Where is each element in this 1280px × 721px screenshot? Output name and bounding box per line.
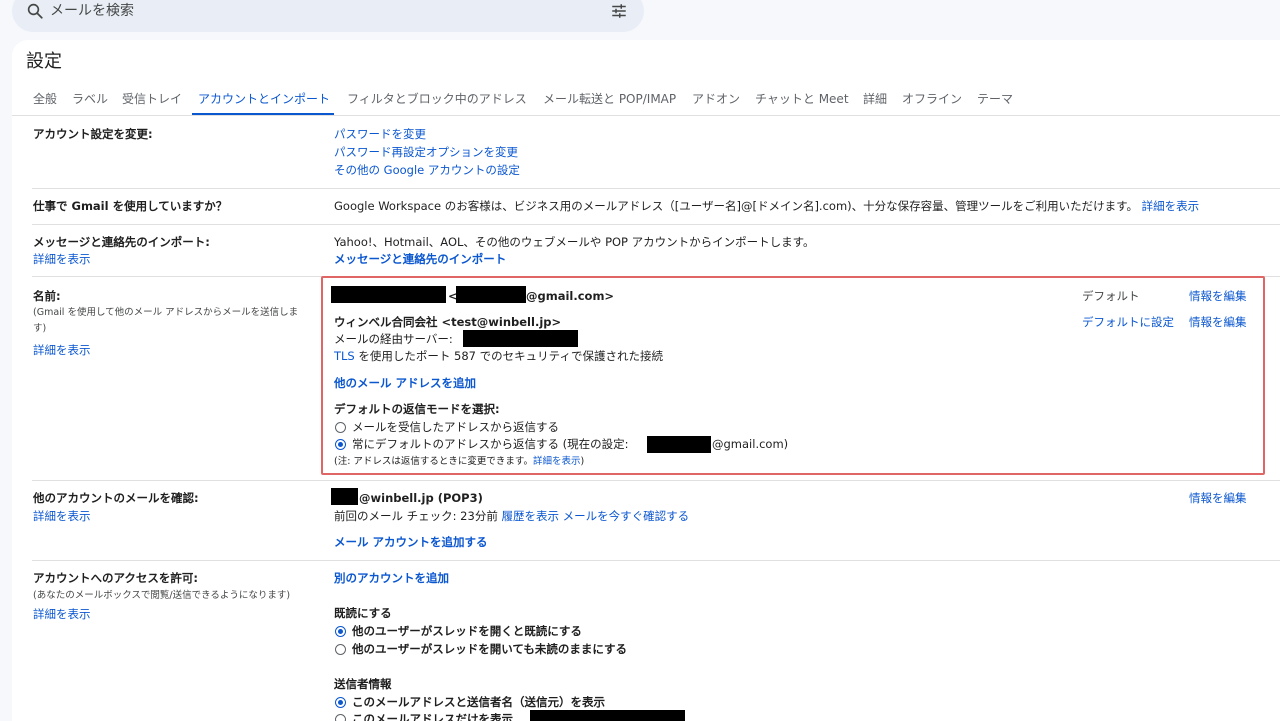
show-address-only-radio[interactable] — [335, 714, 346, 721]
tls-link[interactable]: TLS — [334, 349, 355, 363]
add-mail-account-link[interactable]: メール アカウントを追加する — [334, 534, 488, 550]
reply-note: (注: アドレスは返信するときに変更できます。詳細を表示) — [334, 454, 584, 470]
grant-access-label: アカウントへのアクセスを許可: — [33, 571, 199, 585]
edit-info-link-1[interactable]: 情報を編集 — [1189, 288, 1247, 304]
tabs-divider — [12, 115, 1280, 116]
check-mail-now-link[interactable]: メールを今すぐ確認する — [563, 509, 690, 523]
reply-from-received-radio[interactable] — [335, 422, 346, 433]
tune-icon[interactable] — [610, 2, 628, 20]
tab-advanced[interactable]: 詳細 — [863, 89, 887, 115]
reply-from-default-label: 常にデフォルトのアドレスから返信する (現在の設定: — [352, 437, 629, 451]
password-recovery-link[interactable]: パスワード再設定オプションを変更 — [334, 144, 518, 160]
tab-inbox[interactable]: 受信トレイ — [122, 89, 182, 115]
keep-unread-radio[interactable] — [335, 644, 346, 655]
sender-info-title: 送信者情報 — [334, 677, 392, 691]
import-messages-link[interactable]: メッセージと連絡先のインポート — [334, 251, 506, 267]
send-as-label: 名前: — [33, 289, 61, 303]
import-label: メッセージと連絡先のインポート: — [33, 235, 210, 249]
view-history-link[interactable]: 履歴を表示 — [501, 509, 559, 523]
change-account-label: アカウント設定を変更: — [33, 127, 153, 141]
settings-tabs: 全般 ラベル 受信トレイ アカウントとインポート フィルタとブロック中のアドレス… — [12, 89, 1280, 115]
redacted-sender-address — [530, 710, 685, 721]
row-divider — [32, 188, 1280, 189]
check-mail-detail-link[interactable]: 詳細を表示 — [33, 508, 91, 524]
search-bar[interactable]: メールを検索 — [12, 0, 644, 32]
tls-text: を使用したポート 587 でのセキュリティで保護された接続 — [354, 349, 663, 363]
reply-note-detail-link[interactable]: 詳細を表示 — [533, 456, 581, 467]
tab-offline[interactable]: オフライン — [902, 89, 962, 115]
account2-name: ウィンベル合同会社 <test@winbell.jp> — [334, 315, 562, 329]
tab-addons[interactable]: アドオン — [692, 89, 740, 115]
import-detail-link[interactable]: 詳細を表示 — [33, 251, 91, 267]
reply-note-close: ) — [580, 456, 585, 467]
change-password-link[interactable]: パスワードを変更 — [334, 126, 426, 142]
row-divider — [32, 224, 1280, 225]
redacted-email-user — [456, 286, 526, 303]
search-input[interactable]: メールを検索 — [50, 2, 134, 20]
tab-general[interactable]: 全般 — [33, 89, 57, 115]
tab-forwarding-pop-imap[interactable]: メール転送と POP/IMAP — [543, 89, 676, 115]
tab-accounts-import[interactable]: アカウントとインポート — [192, 89, 334, 115]
google-account-settings-link[interactable]: その他の Google アカウントの設定 — [334, 162, 520, 178]
page-title: 設定 — [26, 51, 62, 72]
last-check-text: 前回のメール チェック: 23分前 — [334, 509, 498, 523]
workspace-description: Google Workspace のお客様は、ビジネス用のメールアドレス（[ユー… — [334, 199, 1138, 213]
last-check-line: 前回のメール チェック: 23分前 履歴を表示 メールを今すぐ確認する — [334, 508, 689, 524]
import-description: Yahoo!、Hotmail、AOL、その他のウェブメールや POP アカウント… — [334, 235, 815, 249]
workspace-text: Google Workspace のお客様は、ビジネス用のメールアドレス（[ユー… — [334, 198, 1199, 214]
redacted-name — [331, 286, 446, 303]
search-icon[interactable] — [26, 2, 44, 20]
edit-info-link-3[interactable]: 情報を編集 — [1189, 490, 1247, 506]
tls-line: TLS を使用したポート 587 でのセキュリティで保護された接続 — [334, 348, 663, 364]
mark-read-title: 既読にする — [334, 606, 392, 620]
pop-account-address: @winbell.jp (POP3) — [359, 491, 483, 505]
tab-themes[interactable]: テーマ — [977, 89, 1013, 115]
send-as-note: (Gmail を使用して他のメール アドレスからメールを送信しま — [33, 307, 299, 318]
grant-access-note: (あなたのメールボックスで閲覧/送信できるようになります) — [33, 590, 291, 601]
set-default-link[interactable]: デフォルトに設定 — [1082, 314, 1174, 330]
grant-access-detail-link[interactable]: 詳細を表示 — [33, 606, 91, 622]
edit-info-link-2[interactable]: 情報を編集 — [1189, 314, 1247, 330]
workspace-detail-link[interactable]: 詳細を表示 — [1142, 199, 1200, 213]
row-divider — [32, 560, 1280, 561]
tab-labels[interactable]: ラベル — [72, 89, 108, 115]
account1-email: @gmail.com> — [526, 289, 615, 303]
workspace-label: 仕事で Gmail を使用していますか？ — [33, 199, 228, 213]
keep-unread-label: 他のユーザーがスレッドを開いても未読のままにする — [352, 642, 627, 656]
send-as-detail-link[interactable]: 詳細を表示 — [33, 342, 91, 358]
default-badge: デフォルト — [1082, 289, 1140, 303]
smtp-server-label: メールの経由サーバー: — [334, 332, 453, 346]
show-address-and-sender-radio[interactable] — [335, 697, 346, 708]
reply-from-received-label: メールを受信したアドレスから返信する — [352, 420, 559, 434]
tab-chat-meet[interactable]: チャットと Meet — [755, 89, 849, 115]
top-bar: メールを検索 — [0, 0, 1280, 40]
reply-note-text: (注: アドレスは返信するときに変更できます。 — [334, 456, 533, 467]
redacted-smtp-server — [463, 330, 578, 347]
add-another-address-link[interactable]: 他のメール アドレスを追加 — [334, 375, 476, 391]
add-another-account-link[interactable]: 別のアカウントを追加 — [334, 570, 449, 586]
show-address-and-sender-label: このメールアドレスと送信者名（送信元）を表示 — [352, 695, 605, 709]
mark-read-radio[interactable] — [335, 626, 346, 637]
reply-from-default-radio[interactable] — [335, 439, 346, 450]
row-divider — [32, 480, 1280, 481]
show-address-only-label: このメールアドレスだけを表示 — [352, 712, 513, 721]
redacted-pop-user — [331, 488, 358, 505]
settings-panel: 設定 全般 ラベル 受信トレイ アカウントとインポート フィルタとブロック中のア… — [12, 40, 1280, 721]
check-mail-label: 他のアカウントのメールを確認: — [33, 491, 199, 505]
send-as-note-cont: す) — [33, 323, 47, 334]
mark-read-label: 他のユーザーがスレッドを開くと既読にする — [352, 624, 582, 638]
reply-from-default-suffix: @gmail.com) — [712, 437, 789, 451]
reply-mode-title: デフォルトの返信モードを選択: — [334, 402, 500, 416]
redacted-default-address — [647, 436, 711, 453]
tab-filters[interactable]: フィルタとブロック中のアドレス — [347, 89, 527, 115]
